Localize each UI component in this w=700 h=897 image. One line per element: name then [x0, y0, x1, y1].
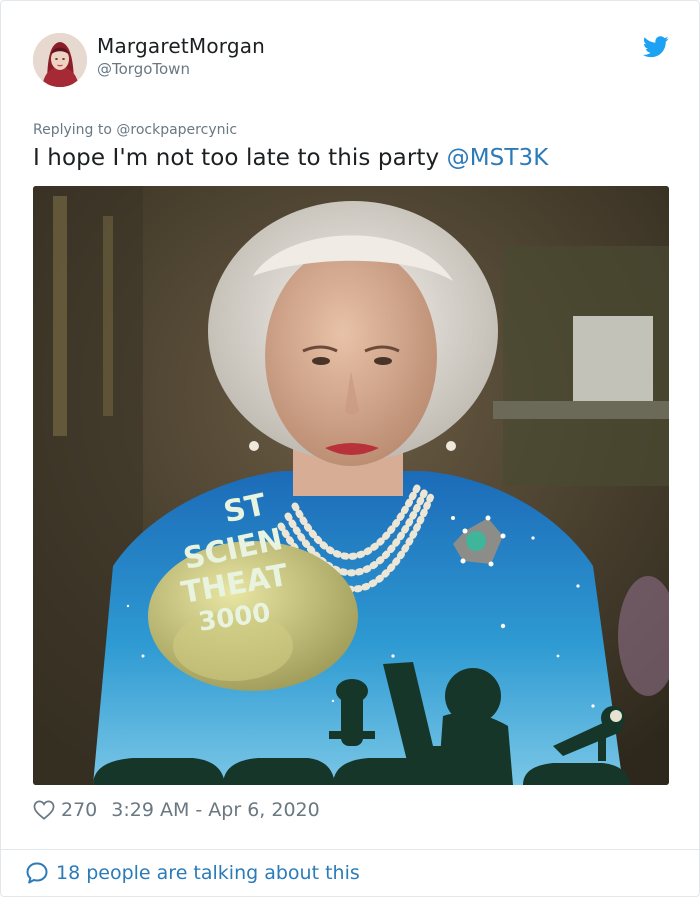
conversation-link[interactable]: 18 people are talking about this	[25, 859, 360, 887]
speech-bubble-icon	[26, 862, 48, 884]
mention-link[interactable]: @MST3K	[447, 145, 549, 171]
tweet-text: I hope I'm not too late to this party @M…	[33, 145, 548, 171]
display-name[interactable]: MargaretMorgan	[97, 34, 265, 58]
tweet-media[interactable]: ST SCIEN THEAT 3000	[33, 186, 669, 785]
replying-to: Replying to @rockpapercynic	[33, 122, 237, 138]
tweet-meta: 270 3:29 AM - Apr 6, 2020	[33, 797, 320, 823]
avatar-image	[33, 33, 87, 87]
tweet-body: I hope I'm not too late to this party	[33, 145, 447, 171]
replying-to-label: Replying to	[33, 122, 117, 138]
media-image: ST SCIEN THEAT 3000	[33, 186, 669, 785]
like-count[interactable]: 270	[61, 799, 97, 821]
replying-to-handle-link[interactable]: @rockpapercynic	[116, 122, 237, 138]
heart-icon[interactable]	[33, 800, 55, 820]
footer-divider	[1, 849, 699, 850]
timestamp-link[interactable]: 3:29 AM - Apr 6, 2020	[111, 799, 319, 821]
twitter-bird-icon[interactable]	[643, 36, 669, 58]
tweet-card: MargaretMorgan @TorgoTown Replying to @r…	[0, 0, 700, 897]
avatar[interactable]	[33, 33, 87, 87]
user-handle[interactable]: @TorgoTown	[97, 60, 190, 78]
conversation-label: 18 people are talking about this	[56, 862, 360, 884]
